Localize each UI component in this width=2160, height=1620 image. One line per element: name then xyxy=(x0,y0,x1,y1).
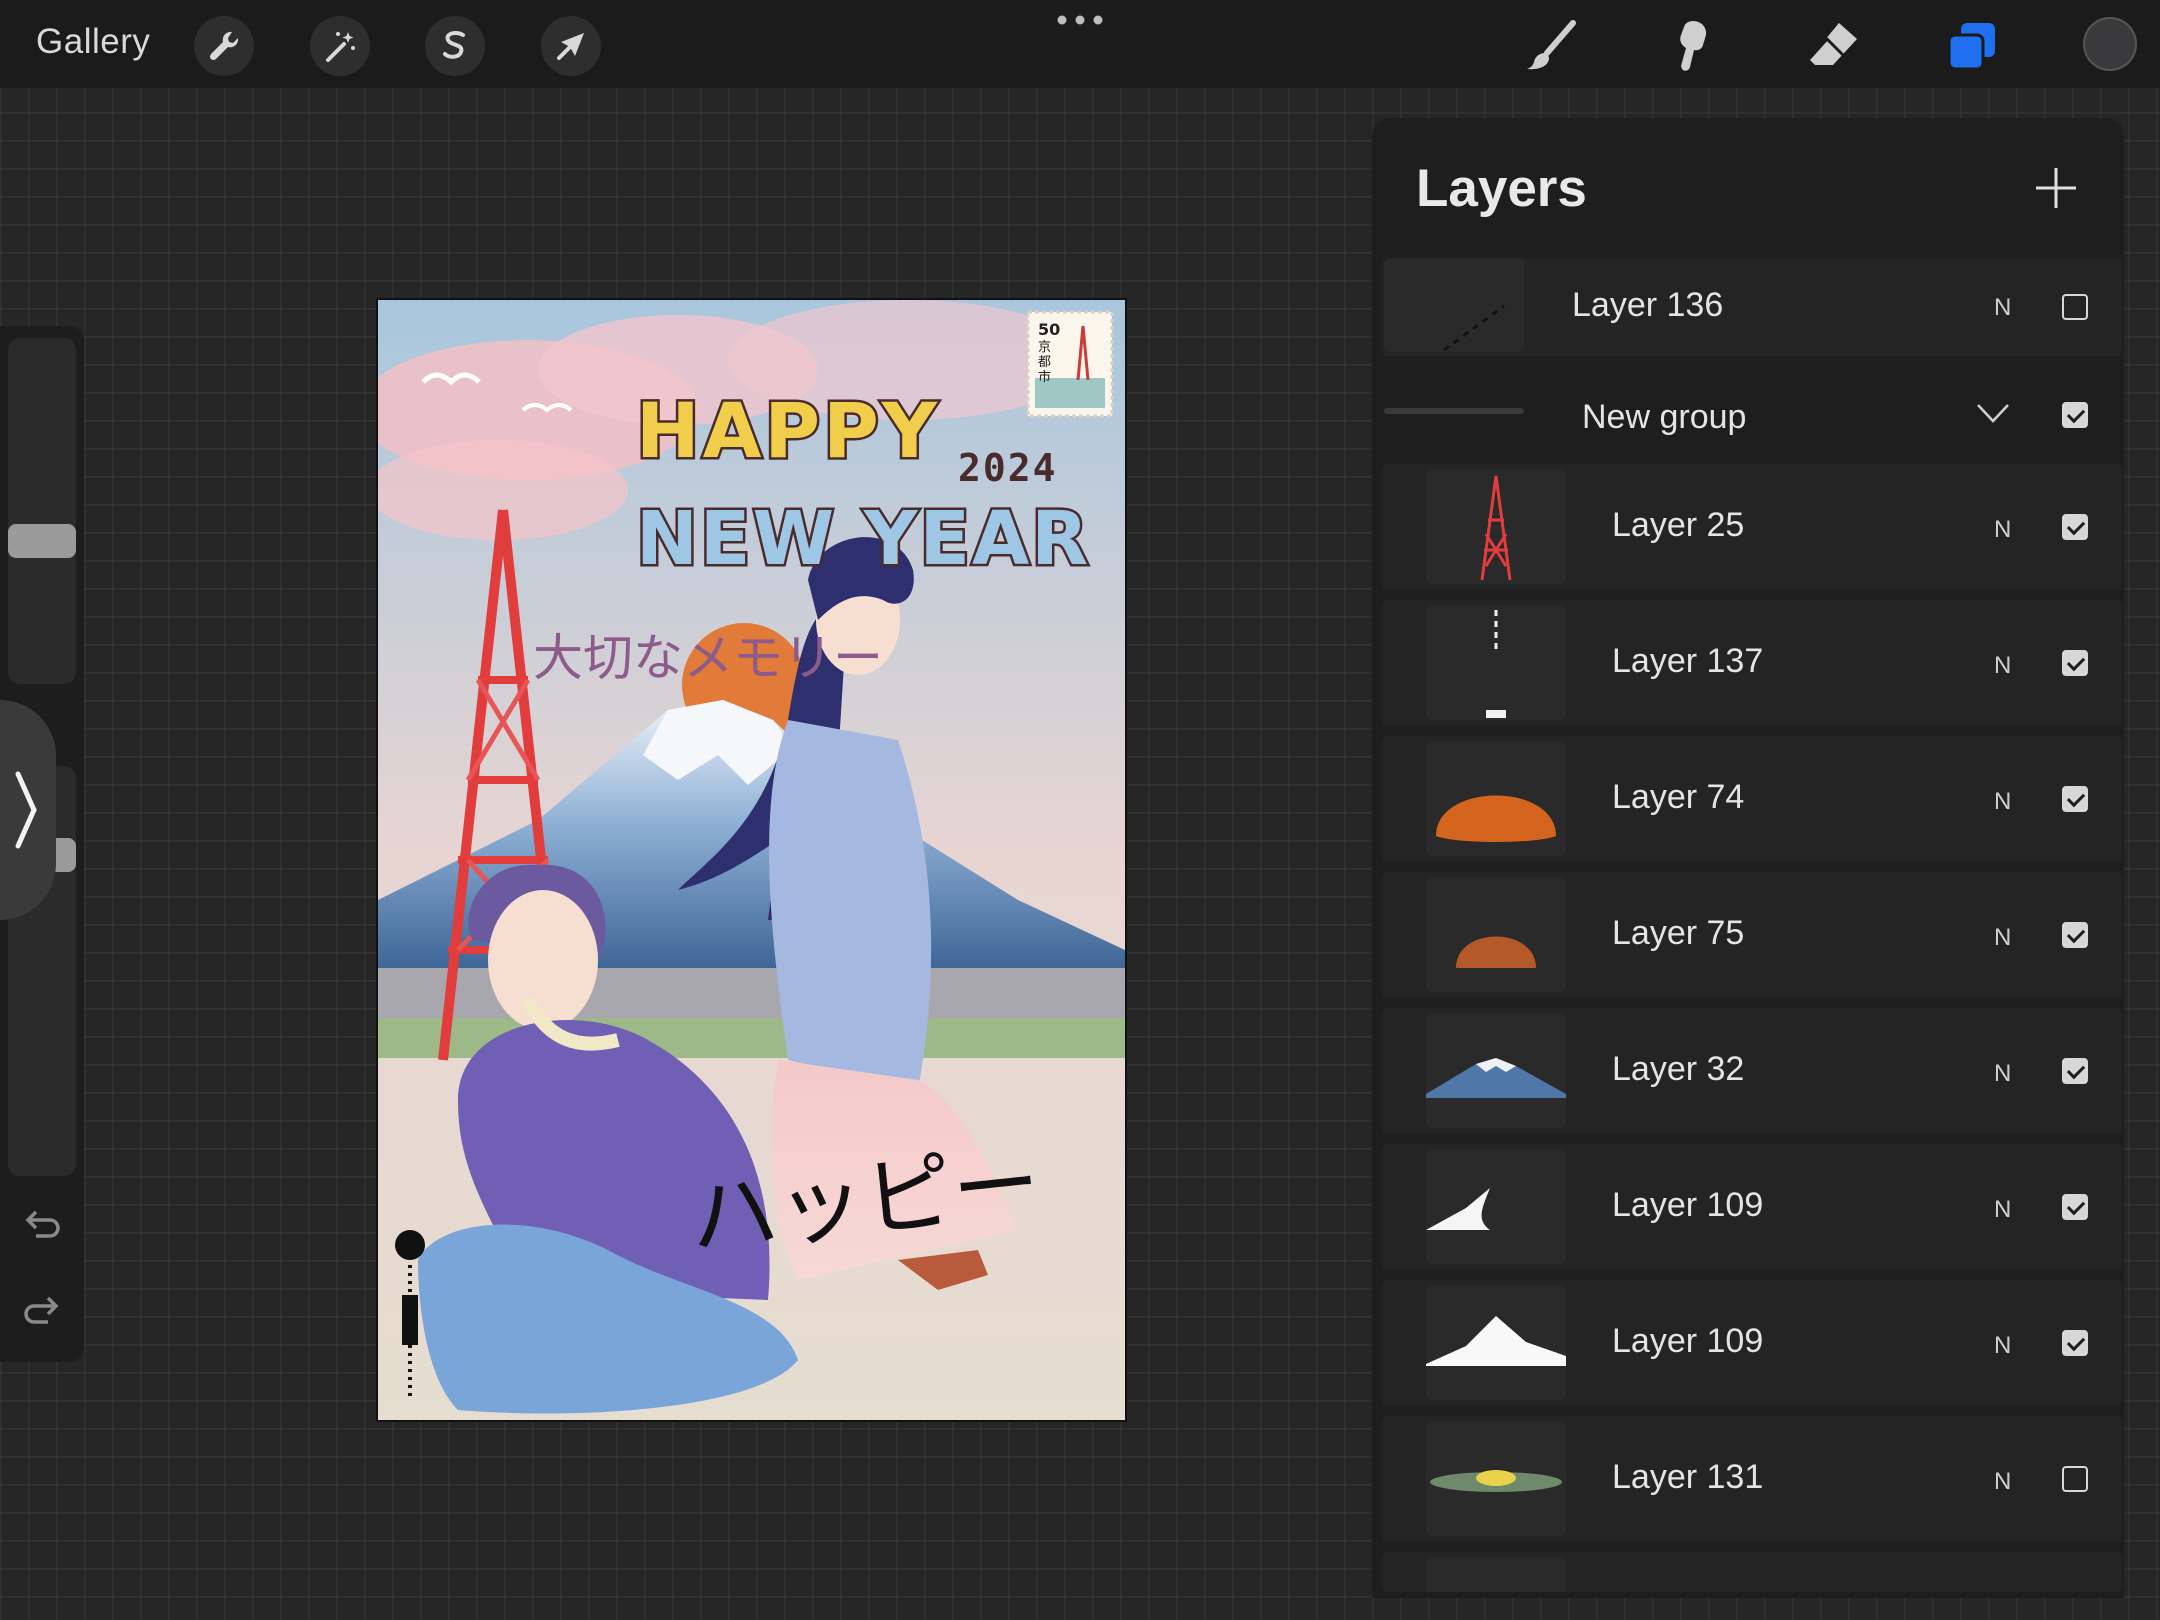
layer-row[interactable]: Layer 25 N xyxy=(1382,464,2122,590)
add-layer-icon[interactable] xyxy=(2032,164,2080,212)
layers-panel: Layers Layer 136 N New group Layer 25 N … xyxy=(1372,118,2124,1598)
layer-thumbnail xyxy=(1426,1014,1566,1128)
more-options-icon[interactable] xyxy=(1055,12,1105,33)
layer-row[interactable]: Layer 136 N xyxy=(1382,258,2122,356)
layer-row[interactable]: Layer 137 N xyxy=(1382,600,2122,726)
layer-visibility-checkbox[interactable] xyxy=(2062,1330,2088,1356)
layer-name: Layer 75 xyxy=(1612,914,1745,952)
layer-visibility-checkbox[interactable] xyxy=(2062,922,2088,948)
layer-visibility-checkbox[interactable] xyxy=(2062,1466,2088,1492)
top-toolbar: Gallery xyxy=(0,0,2160,88)
color-picker-swatch[interactable] xyxy=(2083,17,2137,71)
chevron-down-icon[interactable] xyxy=(1976,402,2010,424)
layer-visibility-checkbox[interactable] xyxy=(2062,1058,2088,1084)
blend-mode[interactable]: N xyxy=(1994,1060,2011,1088)
layer-visibility-checkbox[interactable] xyxy=(2062,514,2088,540)
artwork-subtitle-jp: 大切なメモリー xyxy=(533,629,883,687)
artwork-heading-line1: HAPPY xyxy=(634,384,940,478)
sidebar-toggle[interactable] xyxy=(0,700,56,920)
blend-mode[interactable]: N xyxy=(1994,788,2011,816)
layer-thumbnail xyxy=(1426,606,1566,720)
layer-row[interactable]: Layer 109 N xyxy=(1382,1144,2122,1270)
gallery-button[interactable]: Gallery xyxy=(36,22,150,62)
layer-name: Layer 109 xyxy=(1612,1186,1764,1224)
layers-icon[interactable] xyxy=(1940,14,2004,78)
magic-wand-icon[interactable] xyxy=(310,16,370,76)
layer-name: Layer 74 xyxy=(1612,778,1745,816)
layer-row[interactable] xyxy=(1382,1552,2122,1592)
layer-row[interactable]: Layer 32 N xyxy=(1382,1008,2122,1134)
chevron-right-icon xyxy=(15,771,37,849)
layer-visibility-checkbox[interactable] xyxy=(2062,1194,2088,1220)
blend-mode[interactable]: N xyxy=(1994,1196,2011,1224)
layer-visibility-checkbox[interactable] xyxy=(2062,402,2088,428)
artwork-year: 2024 xyxy=(958,446,1058,490)
layer-visibility-checkbox[interactable] xyxy=(2062,650,2088,676)
layers-title: Layers xyxy=(1416,159,1587,218)
brush-icon[interactable] xyxy=(1520,14,1584,78)
artwork-heading-line2: NEW YEAR xyxy=(633,494,1091,585)
layer-thumbnail xyxy=(1426,1286,1566,1400)
eraser-icon[interactable] xyxy=(1800,14,1864,78)
wrench-icon[interactable] xyxy=(194,16,254,76)
blend-mode[interactable]: N xyxy=(1994,1332,2011,1360)
redo-icon[interactable] xyxy=(20,1288,64,1332)
transform-arrow-icon[interactable] xyxy=(541,16,601,76)
blend-mode[interactable]: N xyxy=(1994,516,2011,544)
layer-visibility-checkbox[interactable] xyxy=(2062,294,2088,320)
brush-size-slider[interactable] xyxy=(8,338,76,684)
smudge-icon[interactable] xyxy=(1660,14,1724,78)
blend-mode[interactable]: N xyxy=(1994,1468,2011,1496)
artwork-canvas[interactable]: HAPPY 2024 NEW YEAR 大切なメモリー ハッピー 50 京都市 xyxy=(378,300,1125,1420)
layer-row[interactable]: Layer 74 N xyxy=(1382,736,2122,862)
layer-name: Layer 136 xyxy=(1572,286,1724,324)
selection-s-icon[interactable] xyxy=(425,16,485,76)
layer-row[interactable]: Layer 75 N xyxy=(1382,872,2122,998)
group-name: New group xyxy=(1582,398,1747,436)
group-bar xyxy=(1384,408,1524,414)
layer-thumbnail xyxy=(1426,1558,1566,1592)
layer-visibility-checkbox[interactable] xyxy=(2062,786,2088,812)
layer-name: Layer 131 xyxy=(1612,1458,1764,1496)
layer-name: Layer 25 xyxy=(1612,506,1745,544)
blend-mode[interactable]: N xyxy=(1994,924,2011,952)
group-row[interactable]: New group xyxy=(1382,366,2122,470)
blend-mode[interactable]: N xyxy=(1994,652,2011,680)
layer-thumbnail xyxy=(1426,742,1566,856)
layer-row[interactable]: Layer 131 N xyxy=(1382,1416,2122,1542)
layer-name: Layer 109 xyxy=(1612,1322,1764,1360)
stamp-text: 京都市 xyxy=(1038,340,1052,385)
brush-size-thumb[interactable] xyxy=(8,524,76,558)
layer-row[interactable]: Layer 109 N xyxy=(1382,1280,2122,1406)
layer-thumbnail xyxy=(1426,878,1566,992)
layer-thumbnail xyxy=(1426,1150,1566,1264)
layer-thumbnail xyxy=(1426,1422,1566,1536)
layer-thumbnail xyxy=(1384,258,1524,352)
undo-icon[interactable] xyxy=(20,1202,64,1246)
layer-name: Layer 137 xyxy=(1612,642,1764,680)
blend-mode[interactable]: N xyxy=(1994,294,2011,322)
layer-name: Layer 32 xyxy=(1612,1050,1745,1088)
stamp-number: 50 xyxy=(1038,320,1061,339)
layer-thumbnail xyxy=(1426,470,1566,584)
